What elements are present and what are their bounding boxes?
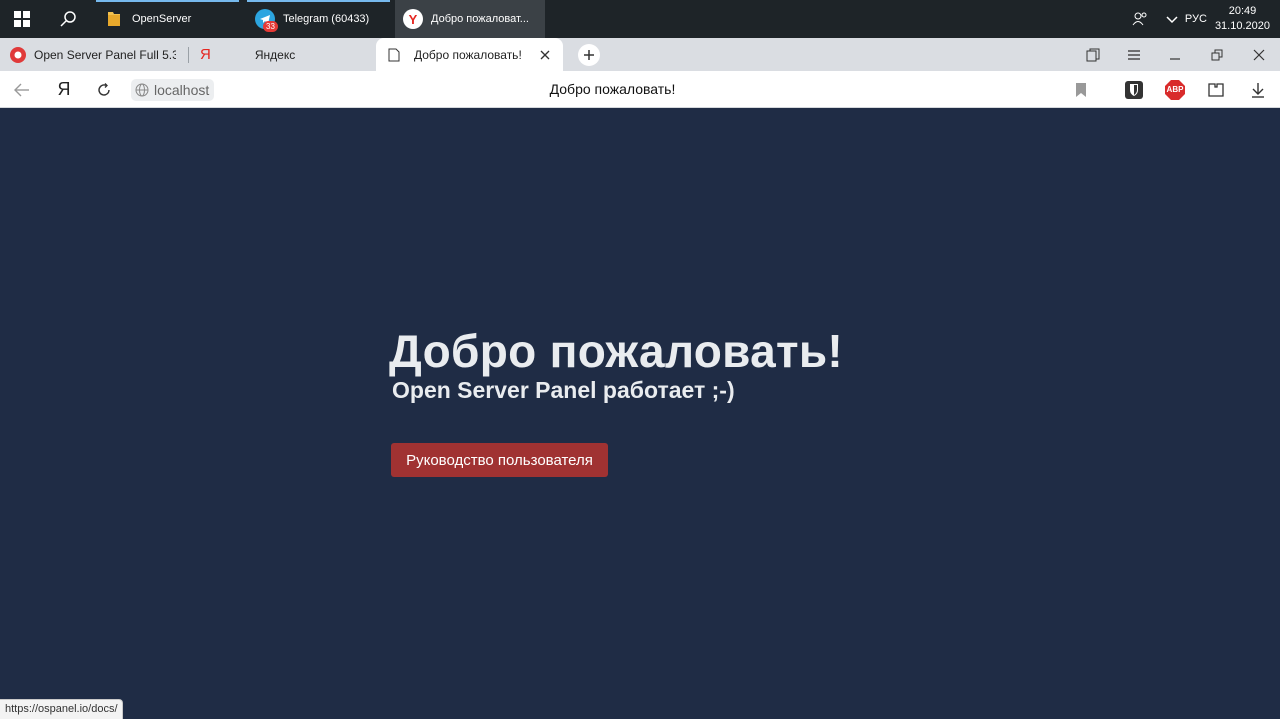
page-subtitle: Open Server Panel работает ;-) xyxy=(392,377,735,403)
user-guide-button[interactable]: Руководство пользователя xyxy=(391,443,608,477)
taskbar-app-yandex-browser[interactable]: Y Добро пожаловат... xyxy=(395,0,545,38)
telegram-icon: 33 xyxy=(255,9,278,32)
svg-text:Y: Y xyxy=(409,12,418,27)
taskbar-search-button[interactable] xyxy=(48,0,88,38)
taskbar-app-openserver[interactable]: OpenServer xyxy=(96,0,239,38)
people-icon[interactable] xyxy=(1131,10,1149,28)
page-icon xyxy=(388,48,400,61)
shield-icon xyxy=(1125,80,1143,99)
tab-label: Добро пожаловать! xyxy=(414,47,522,62)
download-icon xyxy=(1252,82,1264,98)
downloads-button[interactable] xyxy=(1238,71,1278,108)
hamburger-menu-icon xyxy=(1128,49,1140,60)
system-tray: РУС 20:49 31.10.2020 xyxy=(1131,0,1280,38)
windows-taskbar: OpenServer 33 Telegram (60433) Y Добро п… xyxy=(0,0,1280,38)
tabs-list-button[interactable] xyxy=(1072,38,1114,71)
extension-button[interactable] xyxy=(1196,71,1236,108)
tab-open-server-panel[interactable]: Open Server Panel Full 5.3. xyxy=(0,38,188,71)
menu-button[interactable] xyxy=(1113,38,1155,71)
tab-label: Яндекс xyxy=(254,47,296,62)
restore-button[interactable] xyxy=(1196,38,1238,71)
taskbar-app-telegram[interactable]: 33 Telegram (60433) xyxy=(247,0,390,38)
page-title: Добро пожаловать! xyxy=(389,325,844,377)
address-bar: Я localhost Добро пожаловать! ABP xyxy=(0,71,1280,108)
close-tab-icon[interactable] xyxy=(540,50,550,60)
page-content: Добро пожаловать! Open Server Panel рабо… xyxy=(0,108,1280,719)
puzzle-icon xyxy=(1208,82,1224,97)
opera-red-icon xyxy=(10,46,26,63)
minimize-icon xyxy=(1170,57,1180,60)
clock-time: 20:49 xyxy=(1228,5,1257,17)
tab-yandex[interactable]: Я Яндекс xyxy=(190,38,373,71)
clock-date: 31.10.2020 xyxy=(1214,20,1270,32)
notification-badge: 33 xyxy=(263,21,278,32)
language-indicator[interactable]: РУС xyxy=(1185,13,1207,25)
adblock-label: ABP xyxy=(1166,85,1184,94)
address-page-title[interactable]: Добро пожаловать! xyxy=(0,71,1225,108)
taskbar-app-label: Telegram (60433) xyxy=(283,13,370,25)
close-icon xyxy=(1253,49,1265,60)
plus-icon xyxy=(584,50,594,60)
tabs-icon xyxy=(1086,48,1100,61)
close-window-button[interactable] xyxy=(1238,38,1280,71)
bookmark-icon xyxy=(1076,82,1086,97)
restore-icon xyxy=(1211,49,1223,60)
search-icon xyxy=(60,11,76,27)
yandex-icon: Я xyxy=(200,46,211,63)
adblock-plus-extension[interactable]: ABP xyxy=(1155,71,1195,108)
taskbar-app-label: OpenServer xyxy=(132,13,192,25)
taskbar-app-label: Добро пожаловат... xyxy=(431,13,529,25)
new-tab-button[interactable] xyxy=(578,44,600,66)
windows-logo-icon xyxy=(14,11,30,27)
status-url: https://ospanel.io/docs/ xyxy=(0,699,123,719)
tab-label: Open Server Panel Full 5.3. xyxy=(34,47,176,62)
tab-welcome[interactable]: Добро пожаловать! xyxy=(376,38,563,71)
chevron-up-icon[interactable] xyxy=(1165,12,1179,26)
minimize-button[interactable] xyxy=(1154,38,1196,71)
folder-icon xyxy=(108,12,120,26)
windows-start-button[interactable] xyxy=(0,0,44,38)
browser-tab-strip: Open Server Panel Full 5.3. Я Яндекс Доб… xyxy=(0,38,1280,71)
yandex-browser-icon: Y xyxy=(403,9,423,29)
bookmark-button[interactable] xyxy=(1061,71,1101,108)
bitwarden-extension[interactable] xyxy=(1114,71,1154,108)
system-clock[interactable]: 20:49 31.10.2020 xyxy=(1207,4,1280,34)
